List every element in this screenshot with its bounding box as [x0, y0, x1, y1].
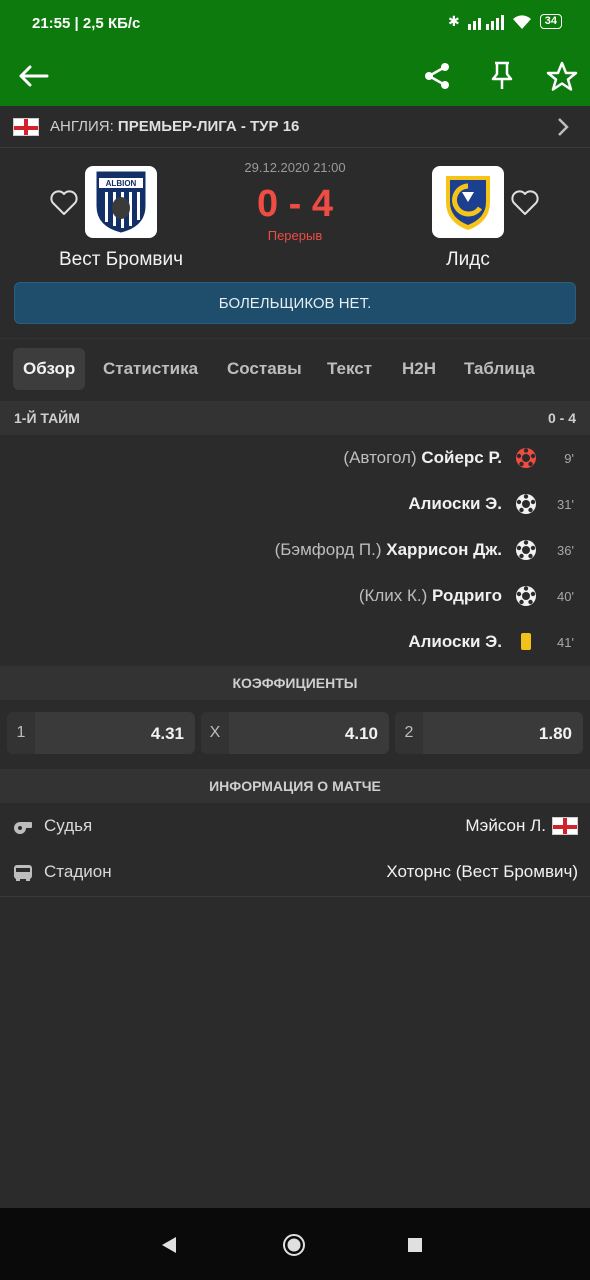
match-info-header: ИНФОРМАЦИЯ О МАТЧЕ — [0, 769, 590, 803]
event-assist: (Клих К.) — [358, 586, 428, 605]
odd-value: 4.31 — [150, 724, 184, 743]
event-row: Алиоски Э. 31' — [0, 481, 590, 527]
odds-row: 1 4.31 X 4.10 2 1.80 — [0, 712, 590, 768]
system-nav-bar — [0, 1208, 590, 1280]
odd-draw-button[interactable]: X 4.10 — [201, 712, 389, 754]
event-minute: 36' — [557, 543, 574, 558]
back-button[interactable] — [11, 54, 55, 98]
wifi-icon — [512, 14, 531, 29]
referee-name: Мэйсон Л. — [465, 816, 546, 835]
stadium-name: Хоторнс (Вест Бромвич) — [386, 862, 578, 881]
away-team-logo[interactable] — [432, 166, 504, 238]
share-button[interactable] — [415, 54, 459, 98]
stadium-row: Стадион Хоторнс (Вест Бромвич) — [0, 849, 590, 895]
odds-title: КОЭФФИЦИЕНТЫ — [232, 675, 358, 691]
event-minute: 9' — [564, 451, 574, 466]
event-minute: 41' — [557, 635, 574, 650]
tab-text[interactable]: Текст — [317, 348, 382, 390]
odd-key: 1 — [7, 712, 35, 754]
arrow-left-icon — [19, 65, 49, 87]
stadium-label: Стадион — [44, 862, 112, 881]
pin-button[interactable] — [480, 54, 524, 98]
star-icon — [546, 61, 578, 91]
crest-text: ALBION — [106, 179, 137, 188]
home-team-logo[interactable]: ALBION — [85, 166, 157, 238]
home-favorite-heart-icon[interactable] — [49, 188, 79, 218]
event-player[interactable]: Алиоски Э. — [408, 494, 502, 513]
england-flag-icon — [13, 118, 39, 136]
match-status: Перерыв — [267, 228, 323, 243]
odd-value: 4.10 — [344, 724, 378, 743]
match-tabs: Обзор Статистика Составы Текст H2H Табли… — [0, 338, 590, 400]
referee-row: Судья Мэйсон Л. — [0, 803, 590, 849]
west-brom-crest-icon: ALBION — [96, 171, 146, 233]
favorite-button[interactable] — [540, 54, 584, 98]
status-time: 21:55 | 2,5 КБ/с — [32, 15, 141, 32]
whistle-icon — [14, 822, 32, 834]
tab-table[interactable]: Таблица — [454, 348, 545, 390]
chevron-right-icon — [558, 118, 569, 136]
own-goal-icon — [516, 448, 536, 468]
event-player[interactable]: Родриго — [432, 586, 502, 605]
tab-h2h[interactable]: H2H — [392, 348, 446, 390]
nav-home-icon[interactable] — [282, 1233, 306, 1257]
goal-icon — [516, 586, 536, 606]
nav-recents-icon[interactable] — [407, 1237, 423, 1253]
tab-lineups[interactable]: Составы — [217, 348, 312, 390]
away-favorite-heart-icon[interactable] — [510, 188, 540, 218]
away-team-name[interactable]: Лидс — [368, 249, 568, 271]
odd-away-button[interactable]: 2 1.80 — [395, 712, 583, 754]
odds-header: КОЭФФИЦИЕНТЫ — [0, 666, 590, 700]
app-toolbar — [0, 44, 590, 106]
odd-key: 2 — [395, 712, 423, 754]
event-player[interactable]: Сойерс Р. — [421, 448, 502, 467]
match-info-title: ИНФОРМАЦИЯ О МАТЧЕ — [209, 778, 381, 794]
first-half-title: 1-Й ТАЙМ — [14, 410, 80, 426]
england-flag-icon — [552, 817, 578, 835]
yellow-card-icon — [521, 633, 531, 650]
stadium-icon — [14, 865, 32, 881]
tab-statistics[interactable]: Статистика — [93, 348, 208, 390]
event-minute: 40' — [557, 589, 574, 604]
event-row: (Бэмфорд П.) Харрисон Дж. 36' — [0, 527, 590, 573]
odd-key: X — [201, 712, 229, 754]
league-row[interactable]: АНГЛИЯ: ПРЕМЬЕР-ЛИГА - ТУР 16 — [0, 106, 590, 148]
event-assist: (Автогол) — [343, 448, 417, 467]
share-icon — [425, 63, 449, 89]
odd-home-button[interactable]: 1 4.31 — [7, 712, 195, 754]
events-list: (Автогол) Сойерс Р. 9' Алиоски Э. 31' (Б… — [0, 435, 590, 665]
battery-icon: 34 — [539, 14, 562, 29]
home-team-name[interactable]: Вест Бромвич — [21, 249, 221, 271]
match-datetime: 29.12.2020 21:00 — [244, 160, 346, 175]
match-score: 0 - 4 — [256, 183, 334, 225]
match-header: ALBION Вест Бромвич 29.12.2020 21:00 0 -… — [0, 148, 590, 338]
event-row: Алиоски Э. 41' — [0, 619, 590, 665]
fans-banner: БОЛЕЛЬЩИКОВ НЕТ. — [14, 282, 576, 324]
signal-icon — [467, 14, 504, 30]
event-minute: 31' — [557, 497, 574, 512]
event-assist: (Бэмфорд П.) — [274, 540, 382, 559]
goal-icon — [516, 494, 536, 514]
referee-label: Судья — [44, 816, 93, 835]
leeds-crest-icon — [446, 176, 490, 230]
status-icons: ✱ 34 — [448, 13, 562, 30]
event-row: (Клих К.) Родриго 40' — [0, 573, 590, 619]
first-half-header: 1-Й ТАЙМ 0 - 4 — [0, 401, 590, 435]
tab-overview[interactable]: Обзор — [13, 348, 86, 390]
status-bar: 21:55 | 2,5 КБ/с ✱ 34 — [0, 0, 590, 44]
first-half-score: 0 - 4 — [547, 410, 576, 426]
league-title: АНГЛИЯ: ПРЕМЬЕР-ЛИГА - ТУР 16 — [50, 118, 300, 135]
event-row: (Автогол) Сойерс Р. 9' — [0, 435, 590, 481]
event-player[interactable]: Алиоски Э. — [408, 632, 502, 651]
match-info: Судья Мэйсон Л. Стадион Хоторнс (Вест Бр… — [0, 803, 590, 897]
bluetooth-icon: ✱ — [448, 13, 460, 29]
pin-icon — [491, 61, 513, 89]
odd-value: 1.80 — [538, 724, 572, 743]
goal-icon — [516, 540, 536, 560]
event-player[interactable]: Харрисон Дж. — [386, 540, 502, 559]
nav-back-icon[interactable] — [160, 1236, 178, 1254]
